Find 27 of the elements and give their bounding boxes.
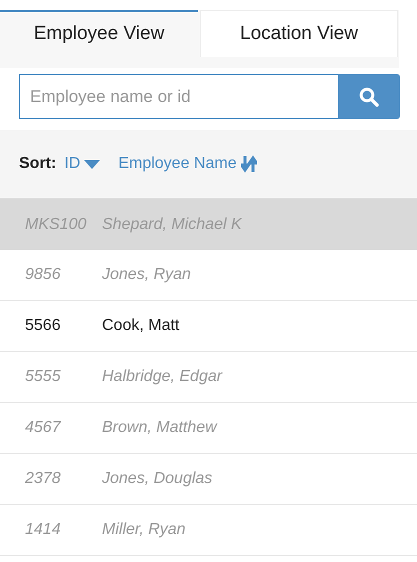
employee-name: Shepard, Michael K <box>102 214 242 234</box>
employee-id: 5555 <box>24 367 62 387</box>
tab[interactable]: Location View <box>200 10 398 57</box>
employee-name: Halbridge, Edgar <box>102 367 222 387</box>
employee-name: Miller, Ryan <box>102 520 186 540</box>
search-button[interactable] <box>338 74 400 119</box>
employee-row[interactable]: 2378 Jones, Douglas <box>0 454 417 505</box>
search-icon <box>359 86 379 106</box>
employee-id: 1414 <box>24 520 62 540</box>
employee-row[interactable]: 9856 Jones, Ryan <box>0 250 417 301</box>
employee-name: Jones, Ryan <box>102 265 191 285</box>
sort-option[interactable]: ID <box>64 152 100 176</box>
employee-name: Brown, Matthew <box>102 418 217 438</box>
employee-row[interactable]: MKS100 Shepard, Michael K <box>0 199 417 250</box>
employee-row[interactable]: 4567 Brown, Matthew <box>0 403 417 454</box>
employee-name: Jones, Douglas <box>102 469 212 489</box>
employee-row[interactable]: 1414 Miller, Ryan <box>0 505 417 556</box>
employee-id: 5566 <box>24 316 62 336</box>
sort-option[interactable]: Employee Name <box>118 152 257 176</box>
employee-id: 2378 <box>24 469 62 489</box>
sort-label: Sort: <box>19 154 56 174</box>
employee-row[interactable]: 5555 Halbridge, Edgar <box>0 352 417 403</box>
employee-id: 9856 <box>24 265 62 285</box>
employee-id: MKS100 <box>24 214 88 234</box>
employee-id: 4567 <box>24 418 62 438</box>
employee-name: Cook, Matt <box>102 316 180 336</box>
employee-row[interactable]: 5566 Cook, Matt <box>0 301 417 352</box>
